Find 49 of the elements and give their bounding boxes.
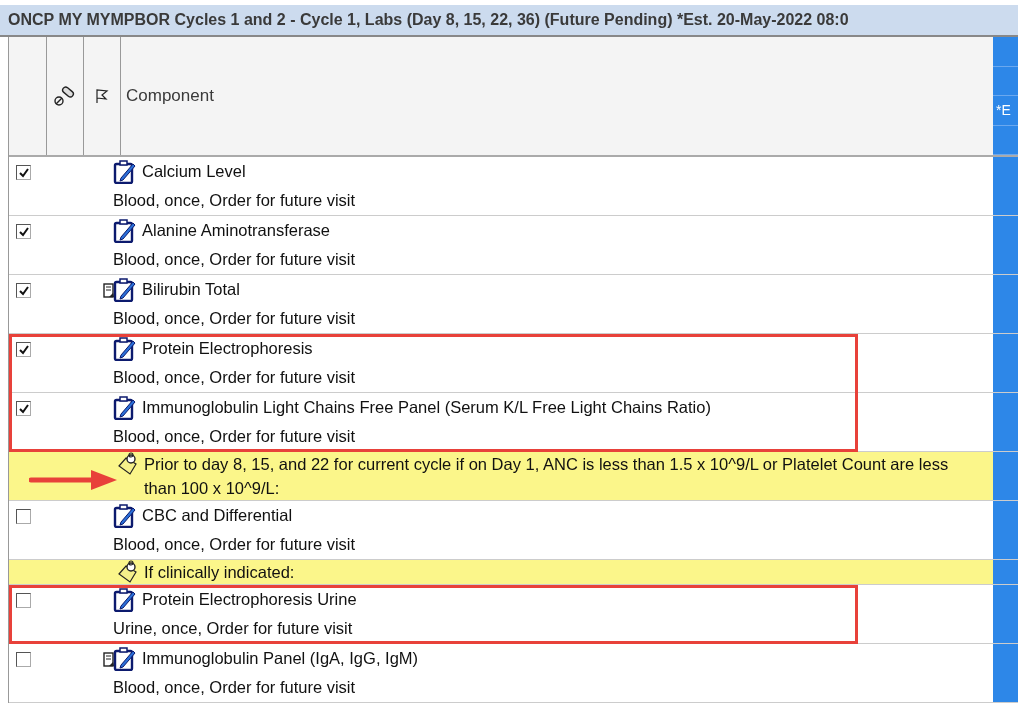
status-cell [993,452,1018,500]
order-details: Blood, once, Order for future visit [113,426,356,447]
order-details: Urine, once, Order for future visit [113,618,353,639]
checkbox[interactable] [16,224,31,239]
order-name[interactable]: Protein Electrophoresis Urine [142,590,357,609]
checkbox[interactable] [16,652,31,667]
order-details: Blood, once, Order for future visit [113,367,356,388]
order-name[interactable]: CBC and Differential [142,506,293,525]
column-header[interactable]: *E [993,37,1018,155]
clipboard-pencil-icon [113,159,137,184]
note-text: If clinically indicated: [144,562,295,583]
window-title: ONCP MY MYMPBOR Cycles 1 and 2 - Cycle 1, Labs (Day 8, 15, 22, 36) (Future Pending) *Est. 20-May-2022 08:0 [0,5,1018,37]
checkbox[interactable] [16,283,31,298]
checkbox[interactable] [16,509,31,524]
order-name[interactable]: Immunoglobulin Light Chains Free Panel (Serum K/L Free Light Chains Ratio) [142,398,711,417]
status-cell [993,157,1018,215]
clipboard-pencil-icon [113,646,137,671]
clipboard-pencil-icon [113,587,137,612]
status-cell [993,393,1018,451]
order-details: Blood, once, Order for future visit [113,190,356,211]
clipboard-pencil-icon [113,336,137,361]
status-cell [993,644,1018,702]
status-cell [993,585,1018,643]
order-details: Blood, once, Order for future visit [113,249,356,270]
order-name[interactable]: Alanine Aminotransferase [142,221,331,240]
pill-icon [54,86,76,106]
status-cell [993,334,1018,392]
order-name[interactable]: Protein Electrophoresis [142,339,313,358]
status-cell [993,216,1018,274]
clipboard-pencil-icon [113,395,137,420]
clipboard-pencil-icon [113,503,137,528]
order-details: Blood, once, Order for future visit [113,308,356,329]
note-text: Prior to day 8, 15, and 22 for current cycle if on Day 1, ANC is less than 1.5 x 10^9/L or Platelet Count are less than 100 x 10^9/L: [144,454,950,499]
order-name[interactable]: Bilirubin Total [142,280,240,299]
checkbox[interactable] [16,401,31,416]
checkbox[interactable] [16,593,31,608]
flag-icon [95,88,109,104]
order-details: Blood, once, Order for future visit [113,677,356,698]
status-cell [993,275,1018,333]
clipboard-pencil-icon [113,218,137,243]
order-name[interactable]: Immunoglobulin Panel (IgA, IgG, IgM) [142,649,419,668]
clipboard-pencil-icon [113,277,137,302]
order-name[interactable]: Calcium Level [142,162,246,181]
column-header[interactable]: Component [126,86,214,106]
checkbox[interactable] [16,165,31,180]
status-cell [993,501,1018,559]
order-details: Blood, once, Order for future visit [113,534,356,555]
checkbox[interactable] [16,342,31,357]
status-cell [993,560,1018,584]
